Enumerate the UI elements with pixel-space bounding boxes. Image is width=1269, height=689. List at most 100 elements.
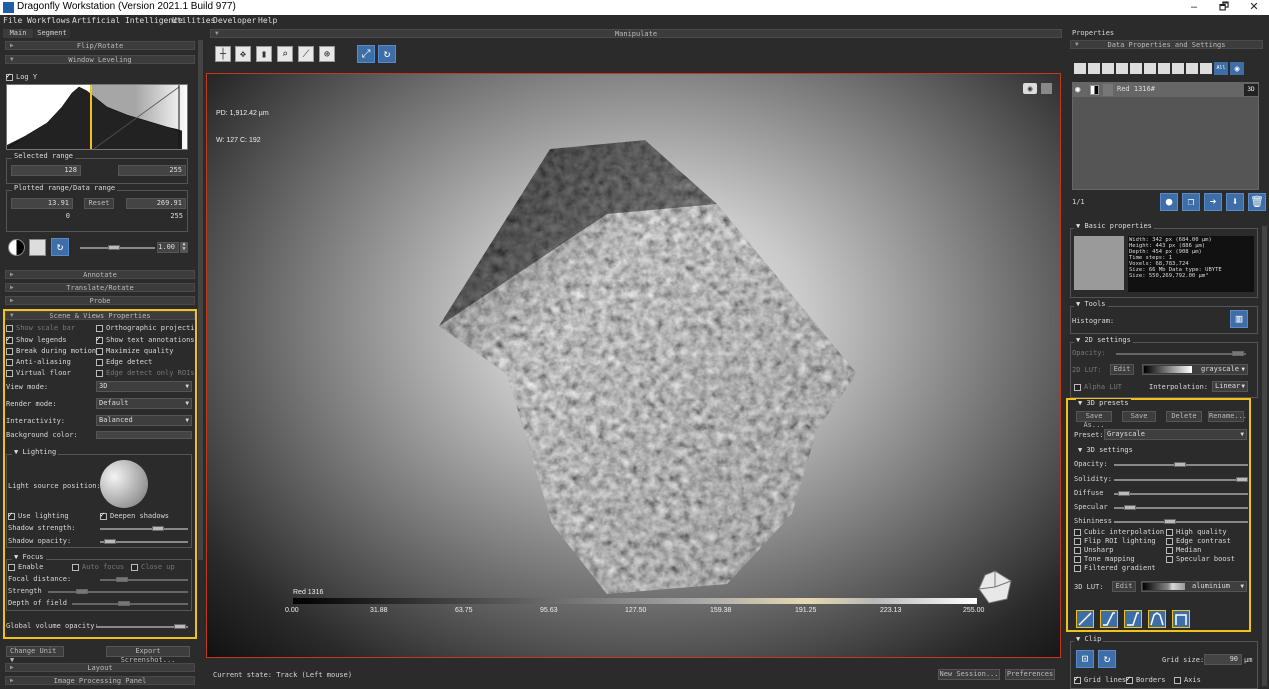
window-preset-icon[interactable] — [29, 239, 46, 256]
background-color-swatch[interactable] — [96, 431, 192, 439]
plotted-min-field[interactable]: 13.91 — [11, 198, 73, 209]
save-preset-button[interactable]: Save — [1122, 411, 1156, 422]
filter-all-button[interactable]: All — [1214, 62, 1228, 75]
section-image-processing[interactable]: ▶ Image Processing Panel — [5, 676, 195, 685]
filter-shape-icon[interactable] — [1158, 63, 1170, 74]
reset-view-icon[interactable]: ↻ — [378, 45, 396, 63]
median-checkbox[interactable]: Median — [1166, 546, 1201, 554]
delete-preset-button[interactable]: Delete — [1166, 411, 1202, 422]
focus-enable-checkbox[interactable]: Enable — [8, 563, 43, 571]
gamma-field[interactable]: 1.00 — [157, 242, 179, 253]
2d-lut-select[interactable]: grayscale ▼ — [1142, 364, 1248, 375]
crosshair-tool-icon[interactable]: ┼ — [215, 46, 231, 62]
filter-multiroi-icon[interactable] — [1088, 63, 1100, 74]
3d-viewport[interactable]: PD: 1,912.42 µm W: 127 C: 192 ◉ Red 1316… — [206, 73, 1061, 658]
shadow-strength-slider[interactable] — [100, 526, 188, 531]
strength-slider[interactable] — [48, 589, 188, 594]
selected-range-min[interactable]: 128 — [11, 165, 81, 176]
data-properties-header[interactable]: ▼ Data Properties and Settings — [1070, 40, 1263, 49]
shininess-slider[interactable] — [1114, 519, 1248, 524]
transfer-step-icon[interactable] — [1124, 610, 1142, 628]
data-object-row[interactable]: ◉ Red 1316# 3D — [1073, 83, 1258, 97]
focal-distance-slider[interactable] — [100, 577, 188, 582]
lighting-title[interactable]: ▼ Lighting — [12, 448, 59, 456]
export-screenshot-button[interactable]: Export Screenshot... — [106, 646, 190, 664]
orthographic-checkbox[interactable]: Orthographic projecti — [96, 324, 195, 332]
filter-image-icon[interactable] — [1102, 63, 1114, 74]
light-source-sphere[interactable] — [100, 460, 148, 508]
axis-checkbox[interactable]: Axis — [1174, 676, 1201, 684]
filter-roi-icon[interactable] — [1130, 63, 1142, 74]
transfer-ramp-icon[interactable] — [1100, 610, 1118, 628]
left-scrollbar[interactable] — [198, 40, 203, 560]
break-during-motion-checkbox[interactable]: Break during motion — [6, 347, 96, 355]
manipulate-header[interactable]: ▼ Manipulate — [210, 29, 1062, 38]
section-annotate[interactable]: ▶ Annotate — [5, 270, 195, 279]
invert-contrast-icon[interactable] — [8, 239, 25, 256]
gamma-spinner[interactable]: ▲ ▼ — [180, 242, 188, 253]
gamma-slider[interactable] — [80, 245, 155, 250]
interactivity-select[interactable]: Balanced ▼ — [96, 415, 192, 426]
maximize-quality-checkbox[interactable]: Maximize quality — [96, 347, 173, 355]
depth-of-field-slider[interactable] — [72, 601, 188, 606]
high-quality-checkbox[interactable]: High quality — [1166, 528, 1227, 536]
filter-graph-icon[interactable] — [1172, 63, 1184, 74]
tone-mapping-checkbox[interactable]: Tone mapping — [1074, 555, 1135, 563]
slice-tool-icon[interactable]: ▮ — [256, 46, 272, 62]
show-text-annotations-checkbox[interactable]: Show text annotations — [96, 334, 195, 344]
interpolation-select[interactable]: Linear ▼ — [1212, 381, 1248, 392]
histogram-plot[interactable] — [6, 84, 188, 150]
3d-lut-edit-button[interactable]: Edit — [1112, 581, 1136, 592]
orientation-cube-icon[interactable] — [977, 569, 1013, 605]
2d-settings-title[interactable]: ▼ 2D settings — [1074, 336, 1133, 344]
clip-reset-icon[interactable]: ↻ — [1098, 650, 1116, 668]
import-object-icon[interactable]: ⬇ — [1226, 193, 1244, 211]
section-translate-rotate[interactable]: ▶ Translate/Rotate — [5, 283, 195, 292]
specular-boost-checkbox[interactable]: Specular boost — [1166, 555, 1235, 563]
filter-stack-icon[interactable] — [1116, 63, 1128, 74]
filter-annotation-icon[interactable] — [1186, 63, 1198, 74]
log-y-checkbox[interactable]: Log Y — [6, 71, 37, 81]
cubic-interpolation-checkbox[interactable]: Cubic interpolation — [1074, 528, 1164, 536]
alpha-lut-checkbox[interactable]: Alpha LUT — [1074, 383, 1122, 391]
focus-title[interactable]: ▼ Focus — [12, 553, 46, 561]
maximize-button[interactable]: 🗗 — [1209, 0, 1239, 15]
save-as-preset-button[interactable]: Save As... — [1076, 411, 1112, 429]
tab-segment[interactable]: Segment — [34, 29, 70, 38]
reset-contrast-icon[interactable]: ↻ — [51, 238, 69, 256]
measure-tool-icon[interactable]: ⟋ — [298, 46, 314, 62]
close-button[interactable]: ✕ — [1239, 0, 1269, 15]
shadow-opacity-slider[interactable] — [100, 539, 188, 544]
anti-aliasing-checkbox[interactable]: Anti-aliasing — [6, 358, 71, 366]
menu-workflows[interactable]: Workflows — [27, 16, 70, 25]
transfer-linear-icon[interactable] — [1076, 610, 1094, 628]
close-up-checkbox[interactable]: Close up — [131, 563, 175, 571]
filter-all-icon[interactable] — [1074, 63, 1086, 74]
use-lighting-checkbox[interactable]: Use lighting — [8, 510, 69, 520]
visibility-filter-icon[interactable]: ◉ — [1230, 62, 1244, 75]
specular-slider[interactable] — [1114, 505, 1248, 510]
show-scale-bar-checkbox[interactable]: Show scale bar — [6, 324, 75, 332]
3d-settings-title[interactable]: ▼ 3D settings — [1076, 446, 1135, 454]
tools-title[interactable]: ▼ Tools — [1074, 300, 1108, 308]
export-object-icon[interactable]: ➔ — [1204, 193, 1222, 211]
menu-help[interactable]: Help — [258, 16, 277, 25]
show-legends-checkbox[interactable]: Show legends — [6, 334, 67, 344]
menu-developer[interactable]: Developer — [213, 16, 256, 25]
solidity-slider[interactable] — [1114, 477, 1248, 482]
clip-title[interactable]: ▼ Clip — [1074, 635, 1104, 643]
preset-select[interactable]: Grayscale ▼ — [1104, 429, 1247, 440]
filter-mesh-icon[interactable] — [1144, 63, 1156, 74]
selected-range-max[interactable]: 255 — [118, 165, 186, 176]
clip-box-icon[interactable]: ⊡ — [1076, 650, 1094, 668]
copy-object-icon[interactable]: ❐ — [1182, 193, 1200, 211]
auto-focus-checkbox[interactable]: Auto focus — [72, 563, 124, 571]
grid-lines-checkbox[interactable]: Grid lines — [1074, 674, 1126, 684]
eye-icon[interactable]: ◉ — [1075, 85, 1080, 95]
edge-contrast-checkbox[interactable]: Edge contrast — [1166, 537, 1231, 545]
filtered-gradient-checkbox[interactable]: Filtered gradient — [1074, 564, 1156, 572]
target-tool-icon[interactable]: ⊕ — [319, 46, 335, 62]
filter-model-icon[interactable] — [1200, 63, 1212, 74]
unsharp-checkbox[interactable]: Unsharp — [1074, 546, 1114, 554]
section-scene-views[interactable]: ▼ Scene & Views Properties — [5, 311, 195, 320]
